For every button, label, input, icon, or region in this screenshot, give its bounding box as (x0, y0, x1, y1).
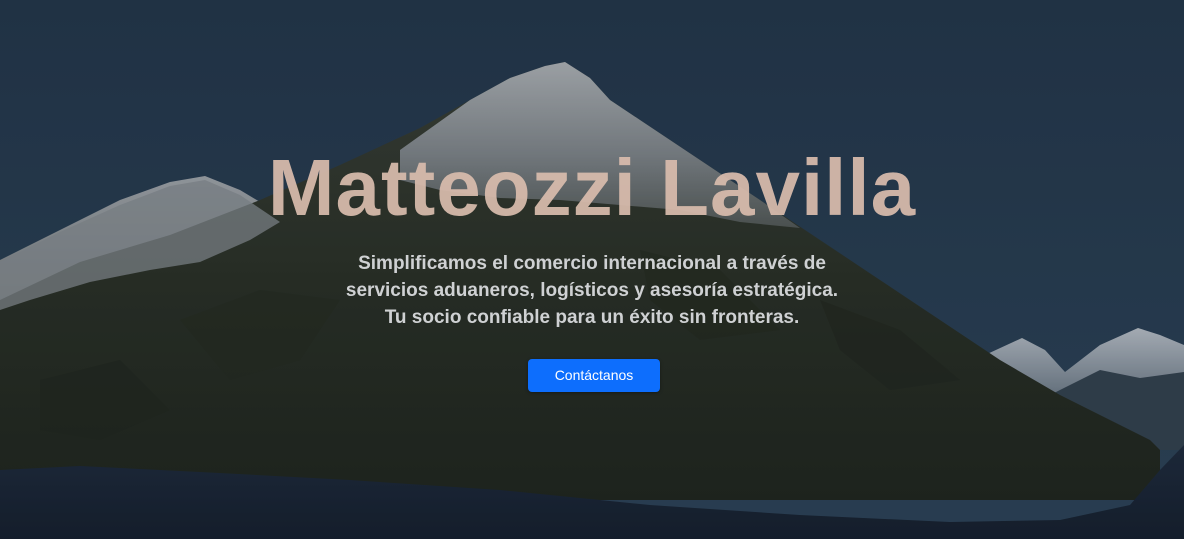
hero-subtitle-line: Tu socio confiable para un éxito sin fro… (384, 307, 800, 328)
hero-subtitle: Simplificamos el comercio internacional … (292, 250, 892, 331)
hero-section: Matteozzi Lavilla Simplificamos el comer… (0, 0, 1184, 539)
hero-subtitle-line: servicios aduaneros, logísticos y asesor… (345, 280, 839, 301)
hero-title: Matteozzi Lavilla (267, 143, 917, 232)
hero-content: Matteozzi Lavilla Simplificamos el comer… (0, 0, 1184, 539)
hero-subtitle-line: Simplificamos el comercio internacional … (358, 253, 826, 274)
contact-button[interactable]: Contáctanos (528, 359, 660, 392)
